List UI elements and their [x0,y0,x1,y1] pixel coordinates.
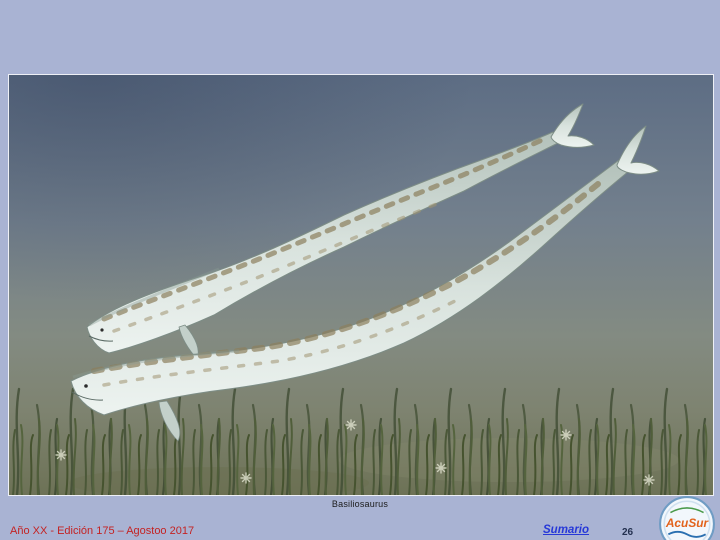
acusur-logo: AcuSur [658,495,716,540]
page-number: 26 [622,527,634,538]
logo-text: AcuSur [665,516,710,530]
edition-text: Año XX - Edición 175 – Agostoo 2017 [10,525,195,537]
basilosaurus-figure [8,74,714,496]
sumario-link[interactable]: Sumario [543,524,589,536]
acusur-logo-badge: AcuSur [659,496,715,540]
eye [84,384,88,388]
presentation-slide: Basiliosaurus Año XX - Edición 175 – Ago… [0,0,720,540]
eye [100,328,104,332]
image-caption: Basiliosaurus [331,499,389,509]
basilosaurus-image [9,75,713,495]
